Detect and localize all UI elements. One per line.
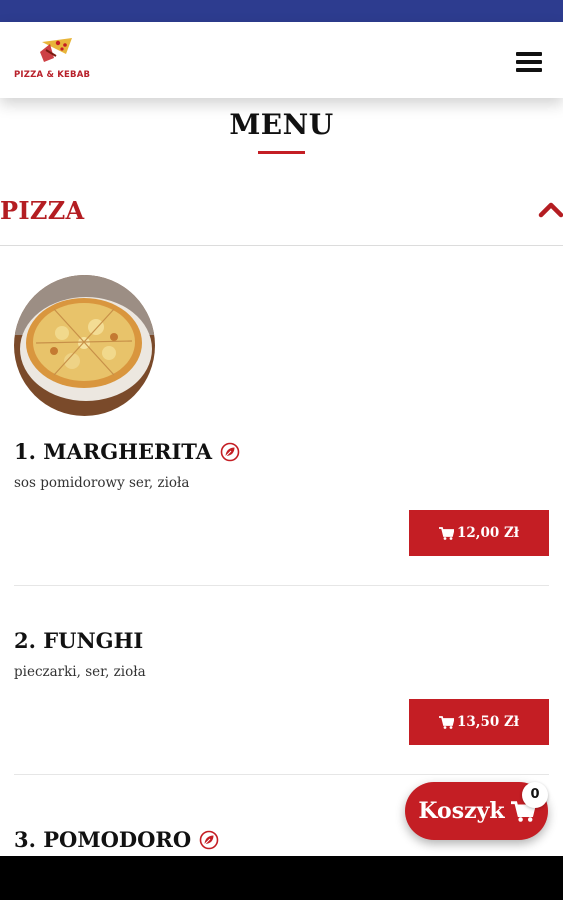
price-label: 13,50 Zł [456, 714, 520, 730]
cart-count-badge: 0 [522, 782, 548, 808]
product-name-text: 3. POMODORO [14, 827, 192, 852]
add-to-cart-button[interactable]: 12,00 Zł [409, 510, 549, 556]
product-description: sos pomidorowy ser, zioła [14, 475, 190, 491]
page-title: MENU [229, 108, 334, 141]
cart-icon [438, 526, 454, 540]
vegetarian-leaf-icon [199, 830, 219, 849]
product-image-margherita[interactable] [14, 275, 155, 416]
product-description: pieczarki, ser, zioła [14, 664, 146, 680]
pizza-logo-icon [40, 38, 72, 62]
category-header-pizza[interactable]: PIZZA [0, 190, 563, 246]
product-name-2: 2. FUNGHI [14, 626, 143, 653]
pizza-photo [14, 275, 155, 416]
product-name-3: 3. POMODORO [14, 825, 219, 852]
product-name-1: 1. MARGHERITA [14, 437, 240, 464]
logo[interactable]: PIZZA & KEBAB [14, 36, 104, 86]
title-underline [258, 151, 305, 154]
add-to-cart-button[interactable]: 13,50 Zł [409, 699, 549, 745]
cart-label: Koszyk [418, 798, 505, 824]
product-name-text: 2. FUNGHI [14, 628, 144, 653]
category-title: PIZZA [0, 196, 85, 225]
product-name-text: 1. MARGHERITA [14, 439, 213, 464]
status-bar [0, 0, 563, 22]
chevron-up-icon[interactable] [538, 200, 563, 218]
vegetarian-leaf-icon [220, 442, 240, 461]
product-divider [14, 774, 549, 775]
product-divider [14, 585, 549, 586]
hamburger-menu-icon[interactable] [516, 52, 542, 72]
cart-icon [438, 715, 454, 729]
logo-text: PIZZA & KEBAB [14, 70, 91, 80]
system-navigation-bar [0, 856, 563, 900]
app-header: PIZZA & KEBAB [0, 22, 563, 98]
price-label: 12,00 Zł [456, 525, 520, 541]
